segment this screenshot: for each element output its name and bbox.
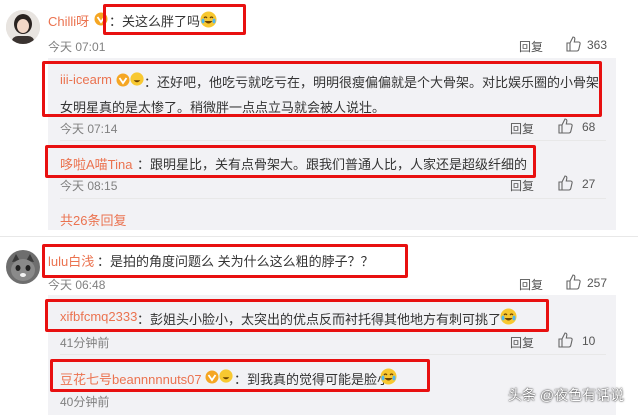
highlight-box: [103, 4, 246, 35]
reply-divider: [60, 354, 606, 355]
thumbs-up-icon[interactable]: [557, 175, 573, 191]
highlight-box: [50, 359, 430, 392]
thumbs-up-icon[interactable]: [565, 36, 581, 52]
reply-divider: [60, 140, 606, 141]
like-count: 257: [587, 276, 608, 290]
highlight-box: [45, 299, 549, 332]
reply-button[interactable]: 回复: [510, 120, 534, 137]
reply-time: 今天 08:15: [60, 179, 118, 193]
reply-time: 今天 07:14: [60, 122, 118, 136]
reply-time: 41分钟前: [60, 336, 110, 350]
comment-time: 今天 07:01: [48, 40, 106, 54]
thumbs-up-icon[interactable]: [565, 274, 581, 290]
highlight-box: [45, 145, 536, 178]
reply-button[interactable]: 回复: [510, 177, 534, 194]
highlight-box: [42, 244, 408, 278]
avatar[interactable]: [6, 250, 40, 284]
like-count: 27: [582, 177, 596, 191]
thumbs-up-icon[interactable]: [557, 332, 573, 348]
watermark: 头条 @夜色有话说: [508, 387, 625, 403]
comment-username[interactable]: Chilli呀: [48, 11, 89, 30]
comment-time: 今天 06:48: [48, 278, 106, 292]
reply-button[interactable]: 回复: [519, 38, 543, 55]
reply-button[interactable]: 回复: [510, 334, 534, 351]
reply-time: 40分钟前: [60, 395, 110, 409]
thumbs-up-icon[interactable]: [557, 118, 573, 134]
like-count: 10: [582, 334, 596, 348]
like-count: 363: [587, 38, 608, 52]
more-replies-link[interactable]: 共26条回复: [60, 210, 126, 229]
reply-divider: [60, 198, 606, 199]
reply-button[interactable]: 回复: [519, 276, 543, 293]
avatar[interactable]: [6, 10, 40, 44]
comment-divider: [0, 236, 638, 237]
highlight-box: [42, 61, 602, 117]
like-count: 68: [582, 120, 596, 134]
